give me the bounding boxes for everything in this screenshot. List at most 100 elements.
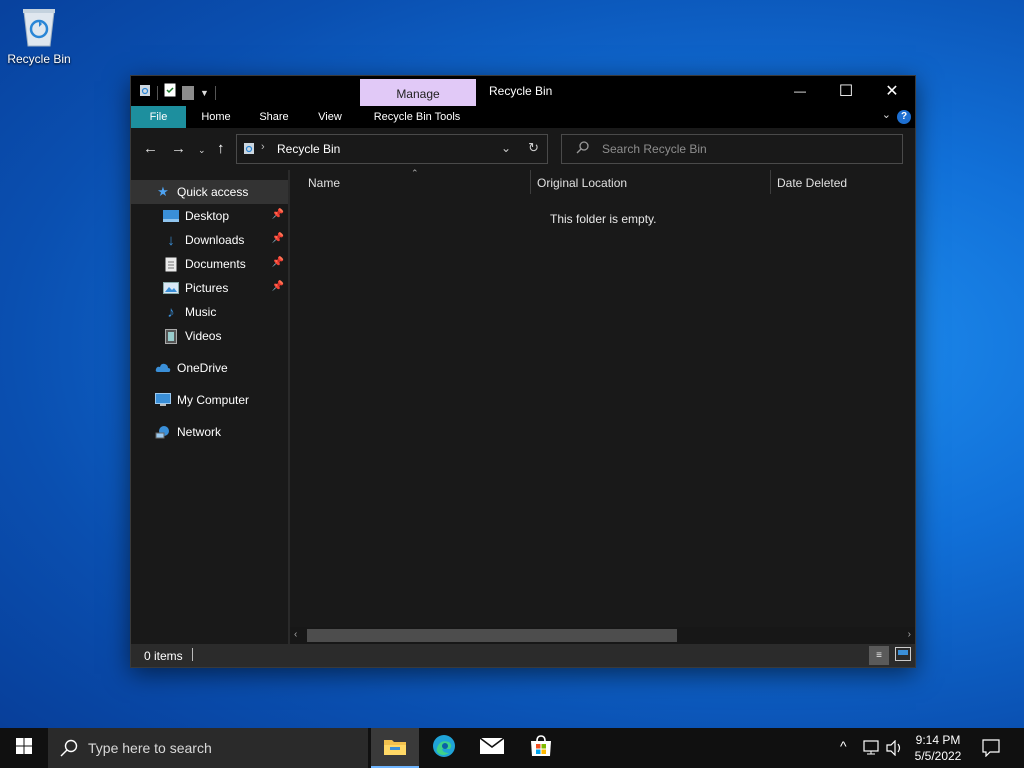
file-explorer-window: ▼ Manage Recycle Bin — ☐ ✕ File Home Sha… [130, 75, 916, 668]
back-icon[interactable]: ← [143, 140, 158, 157]
search-input[interactable]: Search Recycle Bin [561, 134, 903, 164]
pin-icon[interactable]: 📌 [272, 281, 284, 292]
download-icon: ↓ [167, 231, 175, 249]
search-icon [60, 739, 78, 762]
tab-view[interactable]: View [307, 106, 353, 128]
address-location: Recycle Bin [277, 142, 341, 156]
nav-label: Downloads [185, 233, 245, 247]
show-hidden-icons-chevron-icon[interactable]: ^ [840, 738, 847, 754]
recycle-bin-icon [21, 6, 57, 48]
nav-label: Videos [185, 329, 222, 343]
tab-recycle-bin-tools[interactable]: Recycle Bin Tools [361, 106, 473, 128]
taskbar-search-placeholder: Type here to search [88, 740, 212, 756]
column-divider[interactable] [770, 170, 771, 194]
nav-item-quick-access[interactable]: ★ Quick access [131, 180, 288, 204]
taskbar-mail[interactable] [468, 728, 516, 768]
maximize-button[interactable]: ☐ [823, 76, 869, 106]
file-explorer-icon [384, 737, 406, 760]
document-icon [163, 256, 179, 272]
column-header-name[interactable]: Name [308, 176, 340, 190]
address-dropdown-icon[interactable]: ⌄ [501, 141, 511, 155]
nav-item-downloads[interactable]: ↓ Downloads 📌 [131, 228, 288, 252]
nav-item-onedrive[interactable]: OneDrive [131, 356, 288, 380]
file-list: ⌃ Name Original Location Date Deleted Th… [290, 168, 915, 644]
taskbar-file-explorer[interactable] [371, 728, 419, 768]
nav-item-music[interactable]: ♪ Music [131, 300, 288, 324]
window-title: Recycle Bin [489, 84, 553, 98]
new-folder-icon[interactable] [182, 85, 194, 100]
quick-access-toolbar: ▼ [139, 83, 216, 102]
nav-item-my-computer[interactable]: My Computer [131, 388, 288, 412]
chevron-right-icon[interactable]: › [261, 141, 265, 153]
picture-icon [163, 280, 179, 296]
taskbar-store[interactable] [517, 728, 565, 768]
customize-toolbar-icon[interactable]: ▼ [200, 88, 209, 98]
tab-home[interactable]: Home [191, 106, 241, 128]
desktop-icon-recycle-bin[interactable]: Recycle Bin [4, 6, 74, 66]
nav-item-documents[interactable]: Documents 📌 [131, 252, 288, 276]
tab-file[interactable]: File [131, 106, 186, 128]
navigation-bar: ← → ⌄ ↑ › Recycle Bin ⌄ ↻ Search Recycle… [131, 128, 915, 170]
star-icon: ★ [157, 184, 169, 199]
toolbar-divider [214, 85, 216, 100]
minimize-button[interactable]: — [777, 76, 823, 106]
status-divider [192, 648, 193, 661]
toolbar-divider [157, 85, 158, 100]
scroll-right-icon[interactable]: › [908, 629, 911, 640]
up-icon[interactable]: ↑ [217, 140, 225, 157]
computer-icon [155, 392, 171, 408]
taskbar-edge[interactable] [420, 728, 468, 768]
help-icon[interactable]: ? [897, 110, 911, 124]
item-count: 0 items [144, 649, 183, 663]
search-placeholder: Search Recycle Bin [602, 142, 707, 156]
nav-item-pictures[interactable]: Pictures 📌 [131, 276, 288, 300]
clock-date: 5/5/2022 [914, 749, 962, 763]
nav-item-videos[interactable]: Videos [131, 324, 288, 348]
details-view-icon[interactable]: ≡ [869, 646, 889, 665]
search-icon [576, 140, 590, 159]
volume-icon[interactable] [886, 739, 904, 761]
nav-item-desktop[interactable]: Desktop 📌 [131, 204, 288, 228]
nav-label: Documents [185, 257, 246, 271]
pin-icon[interactable]: 📌 [272, 209, 284, 220]
scroll-left-icon[interactable]: ‹ [294, 629, 297, 640]
tab-share[interactable]: Share [249, 106, 299, 128]
ribbon-tabs: File Home Share View Recycle Bin Tools ⌄… [131, 106, 915, 128]
maximize-icon: ☐ [838, 83, 854, 100]
sort-ascending-icon: ⌃ [411, 168, 419, 178]
close-button[interactable]: ✕ [869, 76, 915, 106]
start-button[interactable] [0, 728, 48, 768]
properties-icon[interactable] [164, 83, 176, 102]
clock-time: 9:14 PM [915, 733, 961, 747]
column-divider[interactable] [530, 170, 531, 194]
minimize-icon: — [794, 84, 806, 98]
taskbar-search-box[interactable]: Type here to search [48, 728, 368, 768]
mail-icon [479, 736, 505, 759]
tab-manage[interactable]: Manage [360, 79, 476, 106]
desktop-icon-label: Recycle Bin [7, 52, 71, 66]
store-icon [530, 734, 552, 762]
refresh-icon[interactable]: ↻ [528, 140, 539, 156]
navigation-pane: ★ Quick access Desktop 📌 ↓ Downloads 📌 D… [131, 170, 288, 644]
expand-ribbon-icon[interactable]: ⌄ [882, 108, 891, 121]
nav-label: Quick access [177, 185, 249, 199]
column-header-original-location[interactable]: Original Location [537, 176, 627, 190]
desktop-icon [163, 208, 179, 224]
windows-logo-icon [16, 737, 32, 759]
network-status-icon[interactable] [863, 740, 881, 761]
horizontal-scrollbar[interactable]: ‹ › [290, 627, 915, 644]
column-header-date-deleted[interactable]: Date Deleted [777, 176, 847, 190]
network-icon [155, 424, 171, 440]
system-clock[interactable]: 9:14 PM 5/5/2022 [906, 732, 970, 764]
video-icon [163, 328, 179, 344]
scrollbar-thumb[interactable] [307, 629, 677, 642]
recycle-bin-small-icon [139, 83, 151, 102]
address-bar[interactable]: › Recycle Bin ⌄ ↻ [236, 134, 548, 164]
forward-icon[interactable]: → [171, 140, 186, 157]
pin-icon[interactable]: 📌 [272, 233, 284, 244]
pin-icon[interactable]: 📌 [272, 257, 284, 268]
recent-locations-chevron-icon[interactable]: ⌄ [198, 145, 206, 156]
notification-icon[interactable] [982, 739, 1000, 762]
large-icons-view-icon[interactable] [895, 647, 911, 664]
nav-item-network[interactable]: Network [131, 420, 288, 444]
